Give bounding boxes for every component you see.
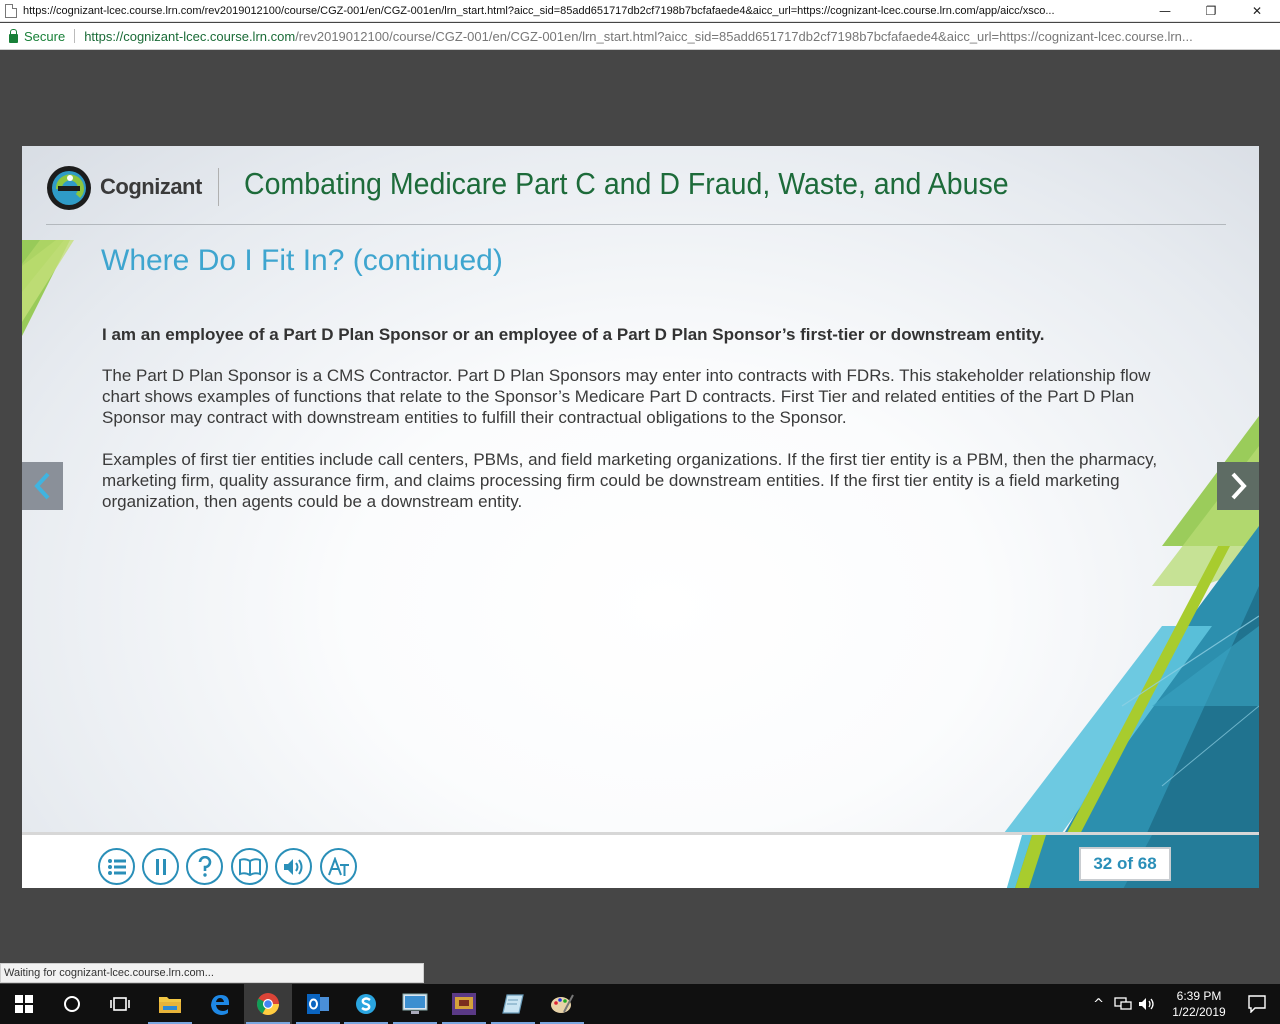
edge-browser-taskbar[interactable] [196, 984, 244, 1024]
body-paragraph-2: Examples of first tier entities include … [102, 450, 1158, 511]
slide-heading: Where Do I Fit In? (continued) [101, 244, 503, 277]
chrome-taskbar[interactable] [244, 984, 292, 1024]
network-icon[interactable] [1114, 997, 1132, 1011]
window-title: https://cognizant-lcec.course.lrn.com/re… [23, 4, 1055, 17]
glossary-book-icon [238, 857, 261, 876]
address-bar[interactable]: Secure https://cognizant-lcec.course.lrn… [0, 23, 1280, 50]
course-title: Combating Medicare Part C and D Fraud, W… [244, 166, 1009, 201]
restore-button[interactable]: ❐ [1188, 0, 1234, 22]
show-hidden-icons-chevron-icon[interactable]: ^ [1093, 997, 1104, 1012]
chevron-left-icon [33, 472, 49, 500]
search-circle-icon [64, 996, 80, 1012]
remote-desktop-taskbar[interactable] [391, 984, 439, 1024]
skype-icon [356, 994, 376, 1014]
minimize-button[interactable]: — [1142, 0, 1188, 22]
system-clock[interactable]: 6:39 PM 1/22/2019 [1168, 988, 1230, 1020]
menu-button[interactable] [98, 848, 135, 885]
remote-desktop-icon [402, 993, 428, 1014]
window-controls: — ❐ ✕ [1142, 0, 1280, 22]
header-divider [218, 168, 219, 206]
pause-button[interactable] [142, 848, 179, 885]
system-tray: ^ 6:39 PM 1/22/2019 [1093, 984, 1280, 1024]
task-view-button[interactable] [96, 984, 144, 1024]
outlook-icon [307, 994, 329, 1014]
folder-icon [159, 997, 181, 1013]
page-counter: 32 of 68 [1079, 847, 1171, 881]
glossary-button[interactable] [231, 848, 268, 885]
menu-icon [107, 858, 126, 875]
pause-icon [155, 858, 166, 875]
file-explorer-taskbar[interactable] [146, 984, 194, 1024]
help-button[interactable] [186, 848, 223, 885]
slide-body: I am an employee of a Part D Plan Sponso… [102, 324, 1172, 533]
course-slide: Cognizant Combating Medicare Part C and … [22, 146, 1259, 888]
windows-logo-icon [15, 995, 33, 1013]
search-button[interactable] [48, 984, 96, 1024]
next-slide-button[interactable] [1217, 462, 1259, 510]
start-button[interactable] [0, 984, 48, 1024]
edge-icon [211, 995, 229, 1015]
secure-label[interactable]: Secure [24, 29, 65, 44]
header-rule [46, 224, 1226, 225]
page-icon [5, 3, 17, 18]
address-separator [74, 29, 76, 43]
chrome-icon [257, 993, 279, 1015]
transcript-text-icon [327, 856, 349, 876]
action-center-icon[interactable] [1248, 995, 1266, 1013]
previous-slide-button[interactable] [22, 462, 63, 510]
lead-statement: I am an employee of a Part D Plan Sponso… [102, 325, 1045, 344]
paint-palette-icon [551, 994, 574, 1013]
paint-app-taskbar[interactable] [538, 984, 586, 1024]
game-app-taskbar[interactable] [440, 984, 488, 1024]
lock-icon [9, 28, 18, 43]
logo-text: Cognizant [100, 174, 202, 199]
close-button[interactable]: ✕ [1234, 0, 1280, 22]
help-icon [198, 855, 211, 877]
cognizant-logo-icon [47, 166, 91, 210]
skype-taskbar[interactable] [342, 984, 390, 1024]
player-controls-bar: 32 of 68 [22, 832, 1259, 888]
url-host[interactable]: https://cognizant-lcec.course.lrn.com [84, 29, 295, 44]
clock-time: 6:39 PM [1176, 989, 1222, 1003]
browser-title-bar: https://cognizant-lcec.course.lrn.com/re… [0, 0, 1280, 22]
clock-date: 1/22/2019 [1172, 1005, 1226, 1019]
volume-icon[interactable] [1138, 997, 1156, 1011]
outlook-taskbar[interactable] [294, 984, 342, 1024]
audio-button[interactable] [275, 848, 312, 885]
browser-status-bar: Waiting for cognizant-lcec.course.lrn.co… [0, 963, 424, 983]
audio-icon [283, 858, 302, 875]
chevron-right-icon [1231, 472, 1247, 500]
url-path[interactable]: /rev2019012100/course/CGZ-001/en/CGZ-001… [295, 29, 1195, 44]
task-view-icon [110, 997, 130, 1011]
windows-taskbar: ^ 6:39 PM 1/22/2019 [0, 984, 1280, 1024]
notes-icon [502, 994, 524, 1014]
game-app-icon [452, 993, 476, 1015]
transcript-button[interactable] [320, 848, 357, 885]
body-paragraph-1: The Part D Plan Sponsor is a CMS Contrac… [102, 366, 1151, 427]
notes-app-taskbar[interactable] [489, 984, 537, 1024]
